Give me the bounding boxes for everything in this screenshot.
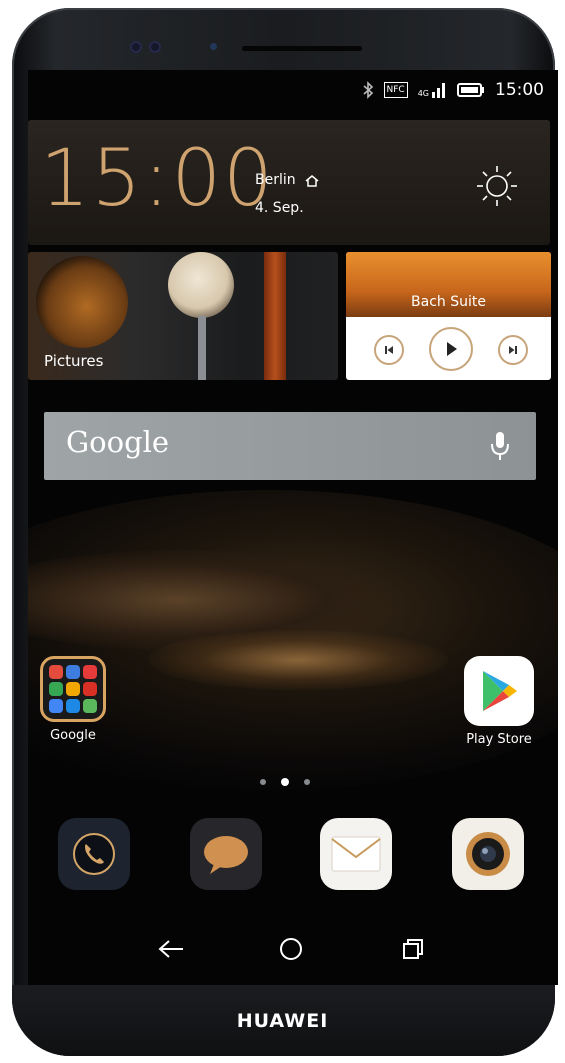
- play-button[interactable]: [429, 327, 473, 371]
- play-store-icon: [464, 656, 534, 726]
- microphone-icon[interactable]: [490, 430, 510, 466]
- home-circle-icon: [280, 938, 302, 960]
- pictures-label: Pictures: [44, 352, 104, 370]
- network-type-label: 4G: [417, 89, 429, 98]
- status-bar: NFC 4G 15:00: [362, 78, 544, 102]
- dock-email-button[interactable]: [320, 818, 392, 890]
- dock-phone-button[interactable]: [58, 818, 130, 890]
- clock-date: 4. Sep.: [255, 200, 304, 216]
- back-arrow-icon: [158, 940, 183, 958]
- music-title: Bach Suite: [411, 294, 486, 310]
- pictures-widget[interactable]: Pictures: [28, 252, 338, 380]
- dock-messages-button[interactable]: [190, 818, 262, 890]
- back-button[interactable]: [156, 934, 186, 964]
- clock-city: Berlin: [255, 172, 296, 188]
- previous-icon: [385, 346, 393, 354]
- dock-camera-button[interactable]: [452, 818, 524, 890]
- pictures-photo-bowl: [36, 256, 128, 348]
- navigation-bar: [28, 920, 558, 980]
- proximity-sensor: [210, 43, 217, 50]
- page-indicator: [260, 778, 310, 786]
- phone-icon: [73, 833, 115, 875]
- google-folder-icon: [40, 656, 106, 722]
- wallpaper-shine: [148, 630, 448, 690]
- recent-apps-icon: [403, 939, 423, 959]
- nfc-icon: NFC: [383, 82, 408, 98]
- page-dot[interactable]: [260, 779, 266, 785]
- home-icon: [304, 173, 320, 192]
- home-button[interactable]: [276, 934, 306, 964]
- brand-logo: HUAWEI: [236, 1010, 329, 1032]
- front-camera-icon: [149, 41, 161, 53]
- recent-apps-button[interactable]: [398, 934, 428, 964]
- earpiece: [242, 46, 362, 51]
- battery-icon: [457, 82, 485, 98]
- signal-icon: 4G: [418, 82, 447, 98]
- pictures-photo-stick: [264, 252, 286, 380]
- google-search-bar[interactable]: Google: [44, 412, 536, 480]
- search-label: Google: [66, 425, 170, 459]
- camera-lens-icon: [466, 832, 510, 876]
- pictures-photo-spoon: [168, 252, 234, 318]
- home-screen: NFC 4G 15:00 15:00 Berlin 4. Sep. Pictur…: [28, 70, 558, 985]
- weather-sun-icon: [474, 163, 520, 213]
- app-play-store[interactable]: Play Store: [454, 656, 544, 747]
- bluetooth-icon: [362, 81, 374, 99]
- next-icon: [509, 346, 517, 354]
- app-label: Google: [50, 728, 96, 743]
- clock-widget[interactable]: 15:00 Berlin 4. Sep.: [28, 120, 550, 245]
- app-google-folder[interactable]: Google: [28, 656, 118, 743]
- pictures-photo-handle: [198, 316, 206, 380]
- play-icon: [447, 342, 457, 356]
- envelope-icon: [331, 836, 381, 872]
- clock-time: 15:00: [40, 134, 275, 224]
- page-dot-active[interactable]: [281, 778, 289, 786]
- status-time: 15:00: [495, 80, 544, 100]
- message-bubble-icon: [204, 836, 248, 874]
- front-camera-icon: [130, 41, 142, 53]
- previous-button[interactable]: [374, 335, 404, 365]
- music-widget[interactable]: Bach Suite: [346, 252, 551, 380]
- app-label: Play Store: [466, 732, 532, 747]
- page-dot[interactable]: [304, 779, 310, 785]
- next-button[interactable]: [498, 335, 528, 365]
